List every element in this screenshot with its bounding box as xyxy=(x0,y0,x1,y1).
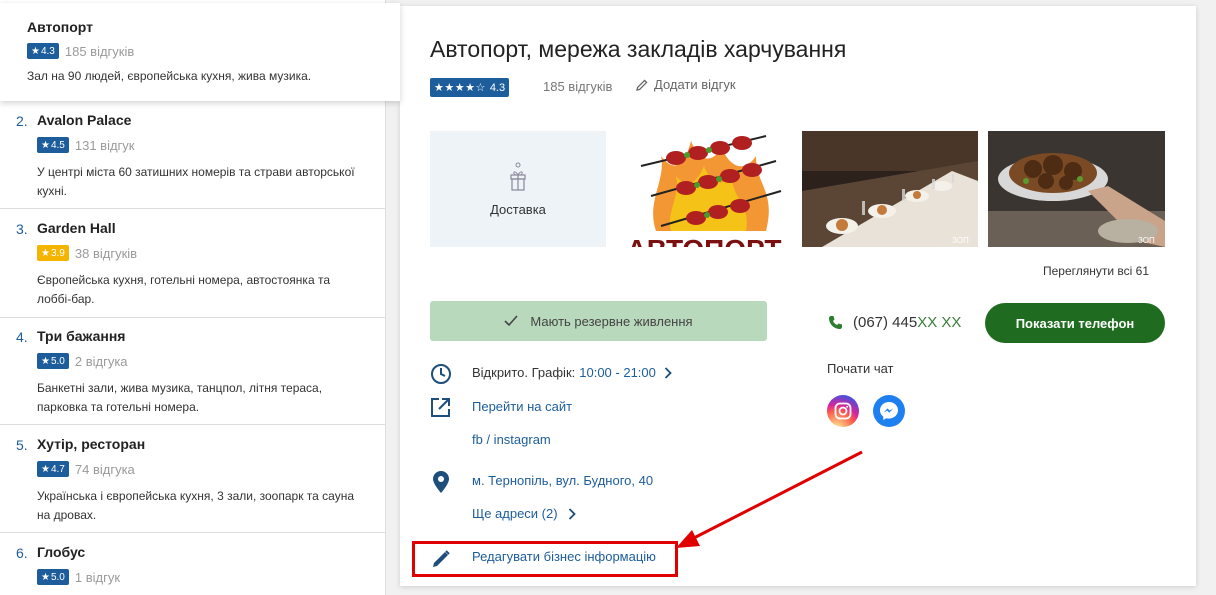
item-description: Зал на 90 людей, європейська кухня, жива… xyxy=(27,69,312,83)
review-count[interactable]: 2 відгука xyxy=(75,354,128,369)
star-rating-icon: ★★★★☆ xyxy=(434,82,486,94)
item-name[interactable]: Автопорт xyxy=(27,19,93,35)
address-link[interactable]: м. Тернопіль, вул. Будного, 40 xyxy=(472,473,653,488)
photo-watermark: ЗОП xyxy=(1138,236,1155,245)
item-name[interactable]: Avalon Palace xyxy=(37,112,131,128)
more-addresses-link[interactable]: Ще адреси (2) xyxy=(472,506,558,521)
logo-image: АВТОПОРТ xyxy=(627,135,782,247)
gift-icon xyxy=(510,162,526,191)
item-description: Українська і європейська кухня, 3 зали, … xyxy=(37,489,354,522)
star-icon: ★ xyxy=(41,571,50,583)
star-icon: ★ xyxy=(31,45,40,57)
item-description: Банкетні зали, жива музика, танцпол, літ… xyxy=(37,381,323,414)
photo-watermark: ЗОП xyxy=(952,236,969,245)
pencil-icon xyxy=(636,78,648,91)
check-icon xyxy=(504,315,519,327)
item-name[interactable]: Три бажання xyxy=(37,328,125,344)
annotation-highlight-box xyxy=(412,541,678,577)
photo-image: ЗОП xyxy=(988,131,1165,247)
open-status: Відкрито. Графік: xyxy=(472,365,576,380)
star-icon: ★ xyxy=(41,355,50,367)
schedule-row[interactable]: Відкрито. Графік: 10:00 - 21:00 xyxy=(472,365,672,380)
messenger-icon xyxy=(880,402,898,420)
rating-badge: ★ 5.0 xyxy=(37,569,69,585)
photo-image: ЗОП xyxy=(802,131,978,247)
logo-text: АВТОПОРТ xyxy=(627,234,782,247)
rating-badge: ★ 5.0 xyxy=(37,353,69,369)
item-description: У центрі міста 60 затишних номерів та ст… xyxy=(37,165,355,198)
gallery-photo-logo[interactable]: АВТОПОРТ xyxy=(616,131,792,247)
item-name[interactable]: Хутір, ресторан xyxy=(37,436,145,452)
item-number: 3. xyxy=(16,221,28,237)
star-icon: ★ xyxy=(41,139,50,151)
page-title: Автопорт, мережа закладів харчування xyxy=(430,36,847,62)
phone-icon xyxy=(829,316,842,329)
review-count[interactable]: 185 відгуків xyxy=(65,44,134,59)
chat-heading: Почати чат xyxy=(827,361,894,376)
rating-badge: ★ 4.3 xyxy=(27,43,59,59)
chevron-right-icon[interactable] xyxy=(664,366,672,379)
list-item[interactable]: 3. Garden Hall ★ 3.9 38 відгуків Європейс… xyxy=(0,209,385,318)
schedule-hours[interactable]: 10:00 - 21:00 xyxy=(579,365,656,380)
item-number: 4. xyxy=(16,329,28,345)
rating-badge: ★ 4.7 xyxy=(37,461,69,477)
instagram-icon xyxy=(834,402,852,420)
clock-icon xyxy=(431,364,451,384)
business-detail-panel: Автопорт, мережа закладів харчування ★★★… xyxy=(400,6,1196,586)
chevron-right-icon[interactable] xyxy=(568,507,576,520)
external-link-icon xyxy=(431,398,450,417)
item-name[interactable]: Глобус xyxy=(37,544,85,560)
messenger-chat-button[interactable] xyxy=(873,395,905,427)
rating-badge: ★★★★☆ 4.3 xyxy=(430,78,510,97)
review-count[interactable]: 74 відгука xyxy=(75,462,135,477)
instagram-chat-button[interactable] xyxy=(827,395,859,427)
gallery-photo-hall[interactable]: ЗОП xyxy=(802,131,978,247)
social-link[interactable]: fb / instagram xyxy=(472,432,551,447)
item-number: 5. xyxy=(16,437,28,453)
review-count[interactable]: 1 відгук xyxy=(75,570,120,585)
backup-power-badge: Мають резервне живлення xyxy=(430,301,767,341)
review-count[interactable]: 185 відгуків xyxy=(543,79,612,94)
website-link[interactable]: Перейти на сайт xyxy=(472,399,572,414)
list-item[interactable]: 2. Avalon Palace ★ 4.5 131 відгук У центр… xyxy=(0,101,385,209)
delivery-tile[interactable]: Доставка xyxy=(430,131,606,247)
gallery-photo-dish[interactable]: ЗОП xyxy=(988,131,1165,247)
rating-badge: ★ 3.9 xyxy=(37,245,69,261)
list-item[interactable]: 6. Глобус ★ 5.0 1 відгук xyxy=(0,533,385,595)
more-addresses-row[interactable]: Ще адреси (2) xyxy=(472,506,576,521)
review-count[interactable]: 131 відгук xyxy=(75,138,135,153)
add-review-link[interactable]: Додати відгук xyxy=(635,77,736,92)
star-icon: ★ xyxy=(41,247,50,259)
show-phone-button[interactable]: Показати телефон xyxy=(985,303,1165,343)
item-name[interactable]: Garden Hall xyxy=(37,220,116,236)
see-all-photos-link[interactable]: Переглянути всі 61 xyxy=(1043,264,1149,278)
star-icon: ★ xyxy=(41,463,50,475)
map-pin-icon xyxy=(433,471,449,493)
selected-list-item[interactable]: Автопорт ★ 4.3 185 відгуків Зал на 90 люд… xyxy=(0,3,400,101)
review-count[interactable]: 38 відгуків xyxy=(75,246,137,261)
item-number: 6. xyxy=(16,545,28,561)
rating-badge: ★ 4.5 xyxy=(37,137,69,153)
list-item[interactable]: 4. Три бажання ★ 5.0 2 відгука Банкетні з… xyxy=(0,317,385,425)
list-item[interactable]: 5. Хутір, ресторан ★ 4.7 74 відгука Украї… xyxy=(0,425,385,533)
phone-number[interactable]: (067) 445 XX XX xyxy=(828,314,961,331)
item-description: Європейська кухня, готельні номера, авто… xyxy=(37,273,330,306)
item-number: 2. xyxy=(16,113,28,129)
